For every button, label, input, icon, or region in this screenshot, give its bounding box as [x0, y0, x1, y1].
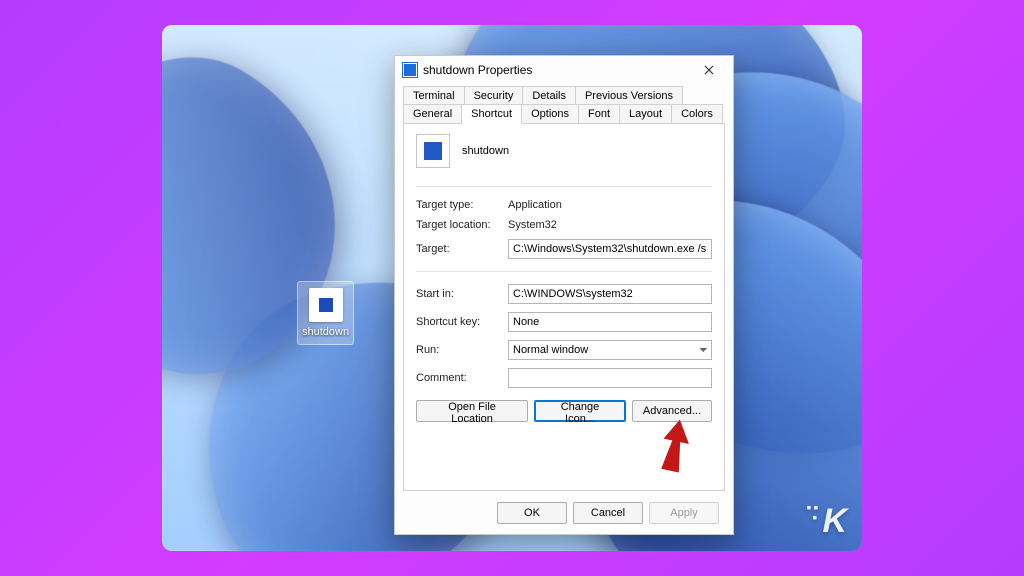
value-target-location: System32 [508, 219, 557, 231]
tab-terminal[interactable]: Terminal [403, 86, 465, 105]
ok-button[interactable]: OK [497, 502, 567, 524]
titlebar[interactable]: shutdown Properties [395, 56, 733, 84]
tab-previous-versions[interactable]: Previous Versions [575, 86, 683, 105]
label-start-in: Start in: [416, 288, 502, 300]
tab-general[interactable]: General [403, 104, 462, 124]
label-target-location: Target location: [416, 219, 502, 231]
shortcut-icon [309, 288, 343, 322]
change-icon-button[interactable]: Change Icon... [534, 400, 626, 422]
tab-layout[interactable]: Layout [619, 104, 672, 124]
shortcut-label: shutdown [302, 326, 349, 338]
shortcut-name: shutdown [462, 145, 509, 157]
label-target-type: Target type: [416, 199, 502, 211]
label-run: Run: [416, 344, 502, 356]
tab-options[interactable]: Options [521, 104, 579, 124]
properties-dialog: shutdown Properties Terminal Security De… [394, 55, 734, 535]
tab-strip: Terminal Security Details Previous Versi… [395, 84, 733, 124]
tab-font[interactable]: Font [578, 104, 620, 124]
close-icon [704, 65, 714, 75]
tab-colors[interactable]: Colors [671, 104, 723, 124]
desktop-viewport: shutdown shutdown Properties Terminal Se… [162, 25, 862, 551]
target-input[interactable] [508, 239, 712, 259]
shortcut-key-input[interactable] [508, 312, 712, 332]
start-in-input[interactable] [508, 284, 712, 304]
label-target: Target: [416, 243, 502, 255]
run-select[interactable]: Normal window [508, 340, 712, 360]
tab-security[interactable]: Security [464, 86, 524, 105]
dialog-title: shutdown Properties [423, 63, 689, 77]
shortcut-large-icon [416, 134, 450, 168]
comment-input[interactable] [508, 368, 712, 388]
titlebar-icon [403, 63, 417, 77]
value-target-type: Application [508, 199, 562, 211]
tab-shortcut[interactable]: Shortcut [461, 104, 522, 124]
desktop-shortcut-shutdown[interactable]: shutdown [297, 281, 354, 345]
cancel-button[interactable]: Cancel [573, 502, 643, 524]
open-file-location-button[interactable]: Open File Location [416, 400, 528, 422]
apply-button[interactable]: Apply [649, 502, 719, 524]
advanced-button[interactable]: Advanced... [632, 400, 712, 422]
shortcut-panel: shutdown Target type: Application Target… [403, 123, 725, 491]
label-shortcut-key: Shortcut key: [416, 316, 502, 328]
tab-details[interactable]: Details [522, 86, 576, 105]
watermark: ▪▪ ▪K [807, 502, 847, 541]
close-button[interactable] [689, 58, 729, 82]
label-comment: Comment: [416, 372, 502, 384]
dialog-footer: OK Cancel Apply [395, 492, 733, 534]
